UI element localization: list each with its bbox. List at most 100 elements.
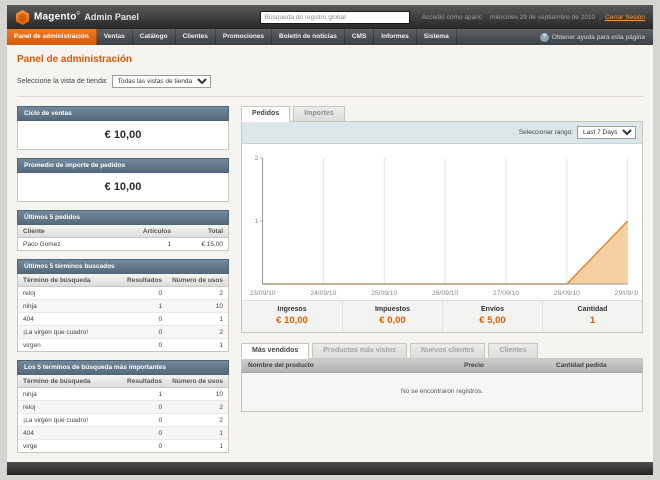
table-row[interactable]: Paco Gomez 1 € 15,00 xyxy=(18,238,228,251)
brand-suffix: Admin Panel xyxy=(84,12,139,22)
column-header: Total xyxy=(176,225,228,238)
table-row[interactable]: reloj 0 2 xyxy=(18,400,228,414)
svg-text:27/09/10: 27/09/10 xyxy=(493,290,519,297)
empty-grid-message: No se encontraron registros. xyxy=(242,373,642,411)
top-search-panel: Los 5 términos de búsqueda más important… xyxy=(17,360,229,453)
panel-title: Promedio de importe de pedidos xyxy=(17,158,229,173)
brand-name: Magento® xyxy=(34,11,81,23)
table-row[interactable]: 404 0 1 xyxy=(18,426,228,440)
last-search-panel: Últimos 5 términos buscados Término de b… xyxy=(17,259,229,352)
nav-item-customers[interactable]: Clientes xyxy=(176,29,216,45)
panel-title: Últimos 5 términos buscados xyxy=(17,259,229,274)
svg-text:2: 2 xyxy=(255,155,259,162)
nav-item-dashboard[interactable]: Panel de administración xyxy=(7,29,97,45)
page-help-link[interactable]: ? Obtener ayuda para esta página xyxy=(539,29,645,45)
svg-text:25/09/10: 25/09/10 xyxy=(371,290,397,297)
column-header: Precio xyxy=(464,362,484,369)
store-view-select[interactable]: Todas las vistas de tienda xyxy=(111,75,211,88)
magento-logo-icon xyxy=(15,9,30,25)
diagram-tabs: Pedidos Importes xyxy=(241,106,643,122)
page-title: Panel de administración xyxy=(17,54,133,65)
column-header: Cliente xyxy=(18,225,138,238)
column-header: Nombre del producto xyxy=(248,362,314,369)
lifetime-sales-value: € 10,00 xyxy=(104,129,142,141)
content-area: Panel de administración Seleccione la vi… xyxy=(7,45,653,456)
store-view-bar: Seleccione la vista de tienda: Todas las… xyxy=(17,75,643,88)
svg-text:28/09/10: 28/09/10 xyxy=(554,290,580,297)
range-select[interactable]: Last 7 Days xyxy=(577,126,636,139)
store-view-label: Seleccione la vista de tienda: xyxy=(17,78,108,85)
column-header: Número de usos xyxy=(167,375,228,388)
lifetime-sales-panel: Ciclo de ventas € 10,00 xyxy=(17,106,229,150)
tab-customers[interactable]: Clientes xyxy=(488,343,538,359)
tab-orders[interactable]: Pedidos xyxy=(241,106,291,122)
table-row[interactable]: 404 0 1 xyxy=(18,312,228,326)
registered-mark: ® xyxy=(76,11,81,18)
table-row[interactable]: ninja 1 10 xyxy=(18,387,228,401)
logged-in-as: Accedió como aparic xyxy=(421,13,483,21)
table-row[interactable]: ¡La virgen que cuadro! 0 2 xyxy=(18,325,228,339)
chart-box: Seleccionar rango: Last 7 Days 1 2 23/09/1… xyxy=(241,121,643,333)
top-header: Magento® Admin Panel Accedió como aparic… xyxy=(7,5,653,29)
svg-text:1: 1 xyxy=(255,218,259,225)
separator: | xyxy=(599,13,601,21)
footer-bar xyxy=(7,462,653,475)
svg-text:24/09/10: 24/09/10 xyxy=(310,290,336,297)
svg-text:26/09/10: 26/09/10 xyxy=(432,290,458,297)
nav-item-promotions[interactable]: Promociones xyxy=(216,29,273,45)
main-nav: Panel de administración Ventas Catálogo … xyxy=(7,29,653,45)
admin-page: Magento® Admin Panel Accedió como aparic… xyxy=(7,5,653,475)
column-header: Cantidad pedida xyxy=(556,362,607,369)
total-revenue: Ingresos € 10,00 xyxy=(276,306,308,326)
help-label: Obtener ayuda para esta página xyxy=(551,33,645,41)
help-icon: ? xyxy=(539,32,549,42)
chart-toolbar: Seleccionar rango: Last 7 Days xyxy=(242,122,642,144)
nav-item-sales[interactable]: Ventas xyxy=(97,29,133,45)
nav-item-reports[interactable]: Informes xyxy=(374,29,417,45)
column-header: Término de búsqueda xyxy=(18,274,123,287)
user-info: Accedió como aparic miércoles 29 de sept… xyxy=(422,14,645,21)
dashboard-left-column: Ciclo de ventas € 10,00 Promedio de impo… xyxy=(17,106,229,456)
average-order-value: € 10,00 xyxy=(104,181,142,193)
nav-item-cms[interactable]: CMS xyxy=(345,29,375,45)
panel-title: Ciclo de ventas xyxy=(17,106,229,121)
table-row[interactable]: virge 0 1 xyxy=(18,440,228,453)
column-header: Número de usos xyxy=(167,274,228,287)
tab-amounts[interactable]: Importes xyxy=(293,106,345,122)
panel-title: Últimos 5 pedidos xyxy=(17,210,229,225)
bestsellers-grid: Nombre del producto Precio Cantidad pedi… xyxy=(241,358,643,412)
grids-tabs: Más vendidos Productos más vistos Nuevos… xyxy=(241,343,643,359)
column-header: Resultados xyxy=(122,274,168,287)
global-search-input[interactable] xyxy=(259,10,410,24)
tab-most-viewed[interactable]: Productos más vistos xyxy=(312,343,408,359)
last-orders-panel: Últimos 5 pedidos Cliente Artículos Tota… xyxy=(17,210,229,251)
column-header: Resultados xyxy=(122,375,168,388)
range-label: Seleccionar rango: xyxy=(518,129,573,136)
chart-area: 1 2 23/09/10 24/09/10 25/09/10 26/09/10 27/09/… xyxy=(242,144,642,300)
logout-link[interactable]: Cerrar Sesión xyxy=(605,14,645,21)
total-quantity: Cantidad 1 xyxy=(542,301,642,332)
total-shipping: Envíos € 5,00 xyxy=(442,301,542,332)
table-row[interactable]: virgen 0 1 xyxy=(18,339,228,352)
panel-title: Los 5 términos de búsqueda más important… xyxy=(17,360,229,375)
grid-header: Nombre del producto Precio Cantidad pedi… xyxy=(242,359,642,373)
current-date: miércoles 29 de septiembre de 2010 xyxy=(490,13,596,21)
average-order-panel: Promedio de importe de pedidos € 10,00 xyxy=(17,158,229,202)
total-tax: Impuestos € 0,00 xyxy=(342,301,442,332)
table-row[interactable]: ninja 1 10 xyxy=(18,299,228,313)
divider xyxy=(17,96,643,97)
column-header: Artículos xyxy=(137,225,176,238)
dashboard-right-column: Pedidos Importes Seleccionar rango: Last… xyxy=(241,106,643,456)
nav-item-catalog[interactable]: Catálogo xyxy=(133,29,176,45)
totals-strip: Ingresos € 10,00 Impuestos € 0,00 Envíos… xyxy=(242,300,642,332)
svg-text:23/09/10: 23/09/10 xyxy=(249,290,275,297)
orders-chart: 1 2 23/09/10 24/09/10 25/09/10 26/09/10 27/09/… xyxy=(249,155,638,297)
tab-new-customers[interactable]: Nuevos clientes xyxy=(410,343,486,359)
table-row[interactable]: ¡La virgen que cuadro! 0 2 xyxy=(18,413,228,427)
table-row[interactable]: reloj 0 2 xyxy=(18,286,228,300)
nav-item-system[interactable]: Sistema xyxy=(417,29,457,45)
svg-text:29/09/10: 29/09/10 xyxy=(615,290,638,297)
nav-item-newsletter[interactable]: Boletín de noticias xyxy=(272,29,345,45)
column-header: Término de búsqueda xyxy=(18,375,123,388)
tab-bestsellers[interactable]: Más vendidos xyxy=(241,343,310,359)
